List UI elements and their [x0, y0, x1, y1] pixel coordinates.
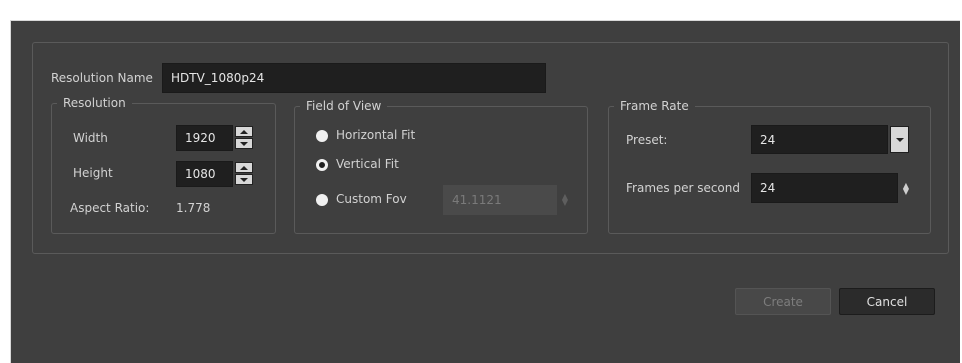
down-arrow-icon: [240, 141, 248, 146]
up-arrow-icon: [240, 129, 248, 134]
width-stepper[interactable]: [235, 126, 253, 149]
width-increment-button[interactable]: [235, 126, 253, 137]
preset-label: Preset:: [626, 133, 668, 147]
up-arrow-icon: [240, 165, 248, 170]
custom-fov-label[interactable]: Custom Fov: [336, 192, 407, 206]
vertical-fit-radio[interactable]: [316, 159, 328, 171]
create-button[interactable]: Create: [735, 288, 831, 315]
preset-dropdown[interactable]: 24: [751, 125, 888, 154]
aspect-ratio-label: Aspect Ratio:: [70, 201, 150, 215]
fps-input[interactable]: 24: [751, 173, 898, 203]
aspect-ratio-value: 1.778: [176, 201, 211, 215]
height-increment-button[interactable]: [235, 162, 253, 173]
chevron-down-icon: [895, 137, 904, 142]
height-label: Height: [73, 166, 113, 180]
width-decrement-button[interactable]: [235, 138, 253, 149]
field-of-view-group-title: Field of View: [300, 98, 388, 114]
down-arrow-icon: [240, 177, 248, 182]
custom-fov-radio[interactable]: [316, 194, 328, 206]
fps-stepper[interactable]: ▲ ▼: [902, 182, 910, 196]
horizontal-fit-label[interactable]: Horizontal Fit: [336, 128, 415, 142]
preset-dropdown-button[interactable]: [890, 126, 909, 153]
resolution-group-title: Resolution: [57, 95, 132, 111]
height-input[interactable]: 1080: [176, 161, 233, 187]
custom-fov-input[interactable]: 41.1121: [443, 185, 557, 215]
frame-rate-group-title: Frame Rate: [614, 98, 695, 114]
resolution-name-label: Resolution Name: [51, 71, 153, 85]
vertical-fit-label[interactable]: Vertical Fit: [336, 157, 399, 171]
resolution-name-input[interactable]: HDTV_1080p24: [162, 63, 546, 93]
cancel-button[interactable]: Cancel: [839, 288, 935, 315]
width-label: Width: [73, 131, 108, 145]
height-stepper[interactable]: [235, 162, 253, 185]
width-input[interactable]: 1920: [176, 125, 233, 151]
height-decrement-button[interactable]: [235, 174, 253, 185]
horizontal-fit-radio[interactable]: [316, 130, 328, 142]
fps-label: Frames per second: [626, 181, 740, 195]
custom-fov-stepper[interactable]: ▲ ▼: [561, 193, 569, 207]
